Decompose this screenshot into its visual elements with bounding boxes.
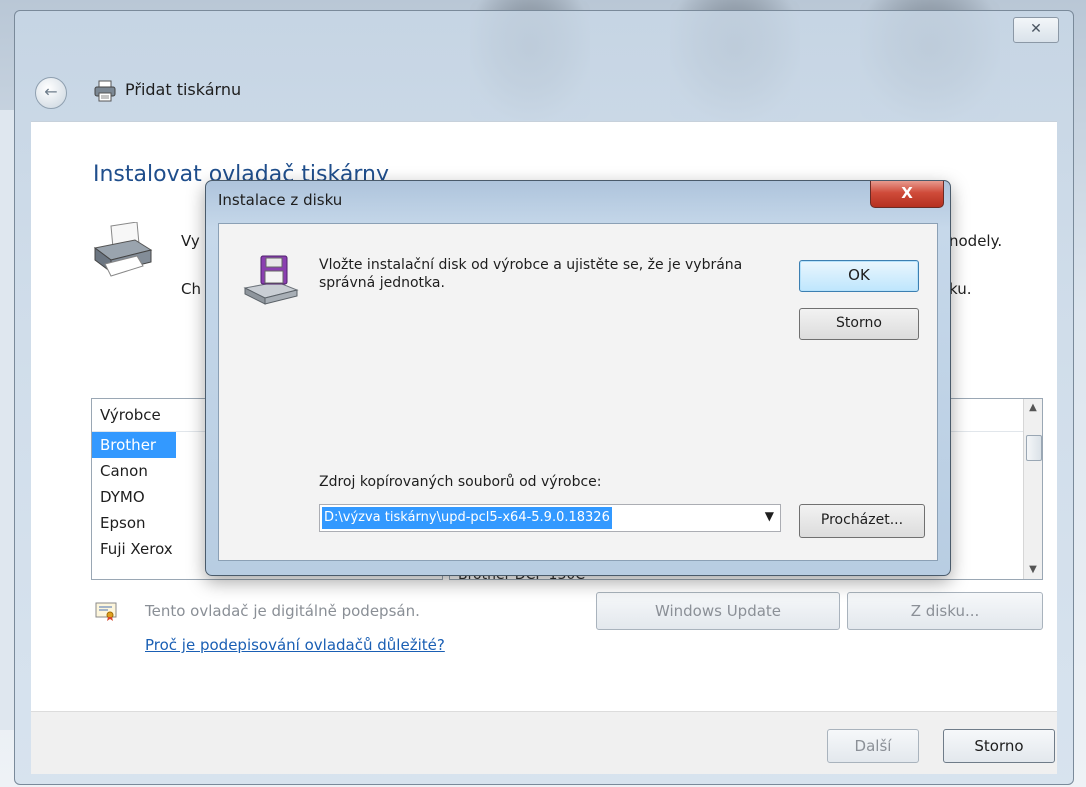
source-path-input[interactable]: D:\výzva tiskárny\upd-pcl5-x64-5.9.0.183… — [322, 507, 612, 529]
background-window-edge — [0, 110, 15, 730]
source-label: Zdroj kopírovaných souborů od výrobce: — [319, 474, 602, 490]
windows-update-button[interactable]: Windows Update — [596, 592, 840, 630]
install-from-disk-dialog: Instalace z disku X Vložte instalační di… — [205, 180, 951, 576]
back-arrow-icon[interactable]: ← — [35, 77, 67, 109]
scroll-up-icon[interactable]: ▲ — [1024, 399, 1042, 417]
certificate-icon — [95, 602, 117, 621]
printer-icon — [94, 80, 116, 102]
browse-button[interactable]: Procházet... — [799, 504, 925, 538]
dialog-close-button[interactable]: X — [870, 181, 944, 208]
wizard-title: Přidat tiskárnu — [125, 80, 242, 99]
dialog-title: Instalace z disku — [218, 191, 343, 209]
source-path-combobox[interactable]: D:\výzva tiskárny\upd-pcl5-x64-5.9.0.183… — [319, 504, 781, 532]
printer-list-scrollbar[interactable]: ▲ ▼ — [1023, 399, 1042, 579]
description-line-2-end: ku. — [949, 280, 972, 298]
description-line-1: Vy — [181, 232, 200, 250]
wizard-cancel-button[interactable]: Storno — [943, 729, 1055, 763]
dialog-body: Vložte instalační disk od výrobce a ujis… — [218, 223, 938, 561]
chevron-down-icon[interactable]: ▼ — [765, 509, 774, 523]
signed-driver-text: Tento ovladač je digitálně podepsán. — [145, 602, 420, 620]
scroll-thumb[interactable] — [1026, 435, 1042, 461]
printer-icon — [93, 222, 153, 277]
floppy-disk-drive-icon — [243, 255, 299, 305]
wizard-close-button[interactable]: ✕ — [1013, 17, 1059, 43]
why-signing-matters-link[interactable]: Proč je podepisování ovladačů důležité? — [145, 636, 445, 654]
dialog-message: Vložte instalační disk od výrobce a ujis… — [319, 257, 743, 291]
next-button[interactable]: Další — [827, 729, 919, 763]
ok-button[interactable]: OK — [799, 260, 919, 292]
description-line-1-end: nodely. — [949, 232, 1003, 250]
have-disk-button[interactable]: Z disku... — [847, 592, 1043, 630]
list-item[interactable]: Brother — [92, 432, 176, 458]
scroll-down-icon[interactable]: ▼ — [1024, 561, 1042, 579]
description-line-2: Ch — [181, 280, 201, 298]
dialog-cancel-button[interactable]: Storno — [799, 308, 919, 340]
